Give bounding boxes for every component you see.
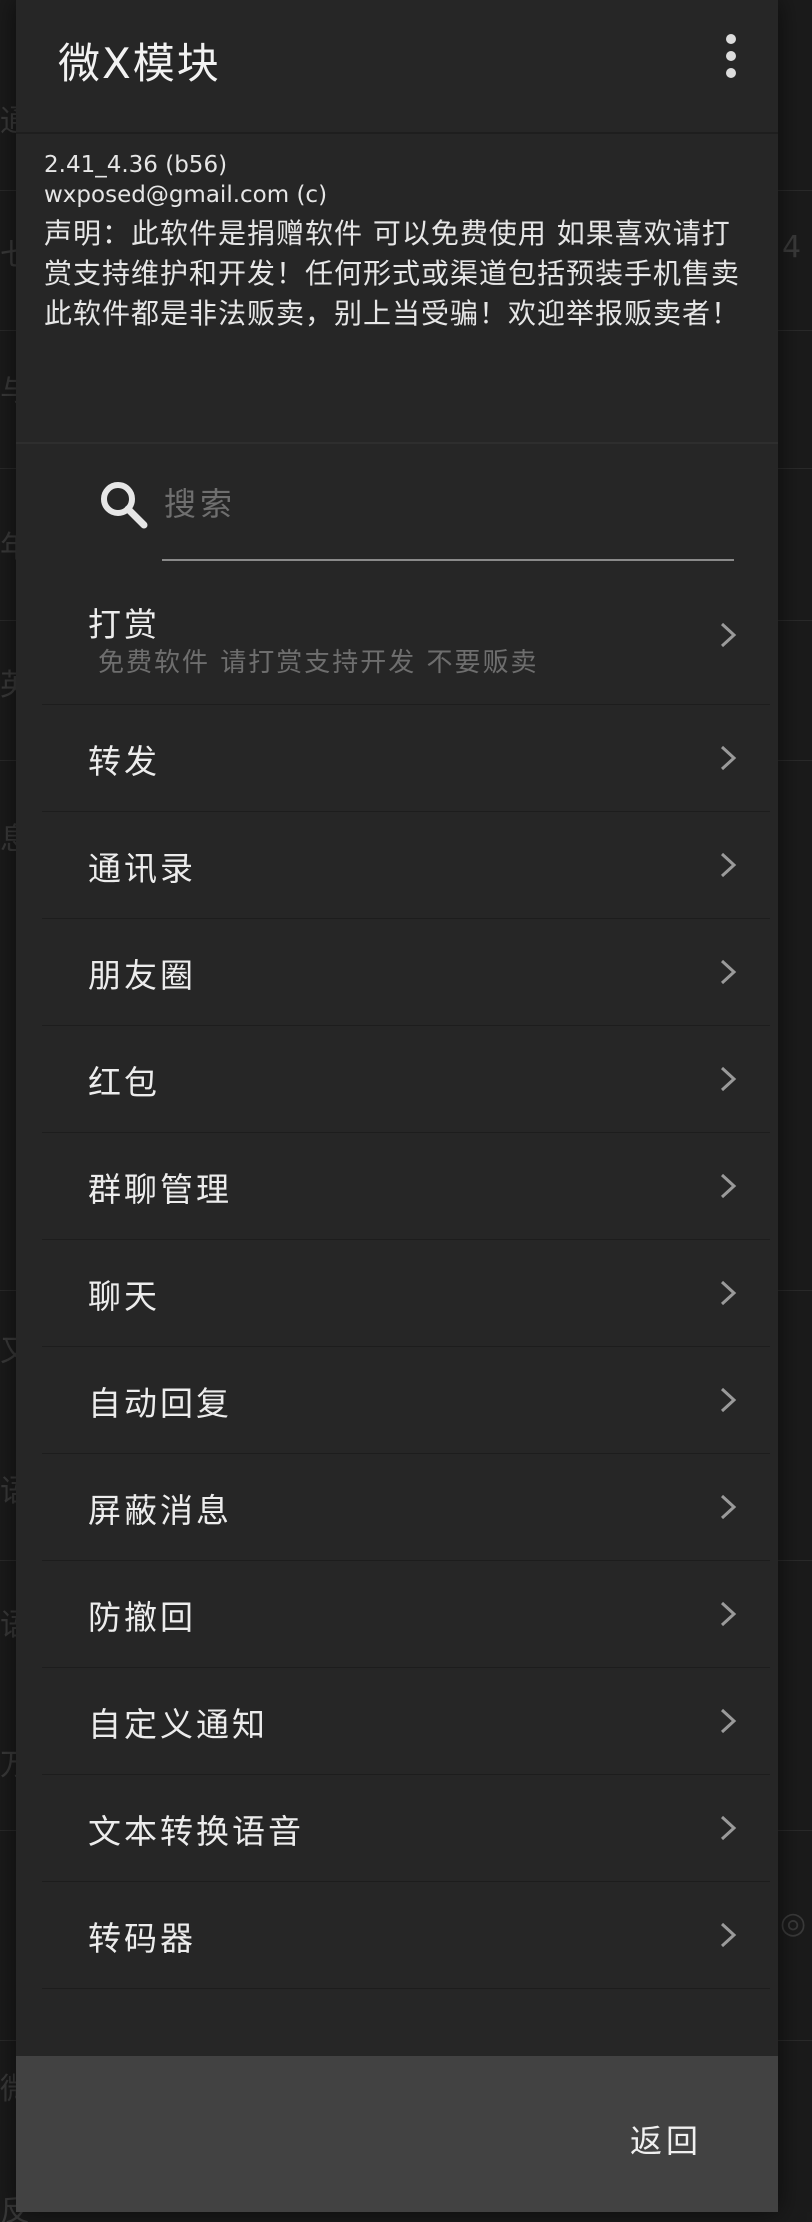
menu-item-auto-reply[interactable]: 自动回复 xyxy=(42,1347,770,1454)
menu-item-red-packet[interactable]: 红包 xyxy=(42,1026,770,1133)
menu-item-label: 聊天 xyxy=(88,1277,160,1316)
chevron-right-icon xyxy=(720,1601,737,1627)
dialog-button-bar: 返回 xyxy=(16,2056,778,2212)
menu-item-contacts[interactable]: 通讯录 xyxy=(42,812,770,919)
chevron-right-icon xyxy=(720,1494,737,1520)
menu-item-transcoder[interactable]: 转码器 xyxy=(42,1882,770,1989)
chevron-right-icon xyxy=(720,852,737,878)
menu-item-subtitle: 免费软件 请打赏支持开发 不要贩卖 xyxy=(98,648,539,678)
menu-item-custom-notification[interactable]: 自定义通知 xyxy=(42,1668,770,1775)
menu-item-label: 群聊管理 xyxy=(88,1170,232,1209)
search-bar xyxy=(16,455,778,565)
search-underline xyxy=(162,559,734,561)
app-info: 2.41_4.36 (b56) wxposed@gmail.com (c) 声明… xyxy=(44,150,754,334)
menu-item-donate[interactable]: 打赏 免费软件 请打赏支持开发 不要贩卖 xyxy=(42,568,770,705)
chevron-right-icon xyxy=(720,1280,737,1306)
menu-item-forward[interactable]: 转发 xyxy=(42,705,770,812)
contact-email: wxposed@gmail.com (c) xyxy=(44,182,328,208)
chevron-right-icon xyxy=(720,1708,737,1734)
version-text: 2.41_4.36 (b56) xyxy=(44,152,228,178)
menu-item-anti-recall[interactable]: 防撤回 xyxy=(42,1561,770,1668)
chevron-right-icon xyxy=(720,1066,737,1092)
menu-item-block-messages[interactable]: 屏蔽消息 xyxy=(42,1454,770,1561)
menu-item-chat[interactable]: 聊天 xyxy=(42,1240,770,1347)
search-input[interactable] xyxy=(162,473,736,535)
menu-item-group-chat[interactable]: 群聊管理 xyxy=(42,1133,770,1240)
chevron-right-icon xyxy=(720,1173,737,1199)
menu-item-label: 转发 xyxy=(88,742,160,781)
chevron-right-icon xyxy=(720,1815,737,1841)
menu-item-label: 通讯录 xyxy=(88,849,196,888)
menu-item-label: 屏蔽消息 xyxy=(88,1491,232,1530)
divider xyxy=(16,442,778,444)
background-text: 4 xyxy=(782,230,802,265)
chevron-right-icon xyxy=(720,1387,737,1413)
back-button[interactable]: 返回 xyxy=(630,2116,702,2162)
scroll-fade xyxy=(16,1990,778,2036)
search-icon[interactable] xyxy=(94,475,154,535)
menu-item-label: 自动回复 xyxy=(88,1384,232,1423)
menu-item-text-to-speech[interactable]: 文本转换语音 xyxy=(42,1775,770,1882)
menu-item-label: 防撤回 xyxy=(88,1598,196,1637)
chevron-right-icon xyxy=(720,745,737,771)
chevron-right-icon xyxy=(720,1922,737,1948)
menu-item-label: 红包 xyxy=(88,1063,160,1102)
settings-menu: 打赏 免费软件 请打赏支持开发 不要贩卖 转发 通讯录 朋友圈 红包 群聊管理 … xyxy=(42,568,770,2030)
more-vert-icon[interactable] xyxy=(724,34,738,80)
background-text: ◎ xyxy=(780,1906,807,1941)
menu-item-moments[interactable]: 朋友圈 xyxy=(42,919,770,1026)
title-bar: 微X模块 xyxy=(16,0,778,134)
menu-item-label: 打赏 xyxy=(88,605,160,644)
menu-item-label: 自定义通知 xyxy=(88,1705,268,1744)
chevron-right-icon xyxy=(720,959,737,985)
chevron-right-icon xyxy=(720,622,737,648)
module-dialog: 微X模块 2.41_4.36 (b56) wxposed@gmail.com (… xyxy=(16,0,778,2212)
menu-item-label: 朋友圈 xyxy=(88,956,196,995)
menu-item-label: 文本转换语音 xyxy=(88,1812,304,1851)
app-title: 微X模块 xyxy=(58,39,221,88)
menu-item-label: 转码器 xyxy=(88,1919,196,1958)
disclaimer-text: 声明：此软件是捐赠软件 可以免费使用 如果喜欢请打赏支持维护和开发！任何形式或渠… xyxy=(44,217,741,330)
